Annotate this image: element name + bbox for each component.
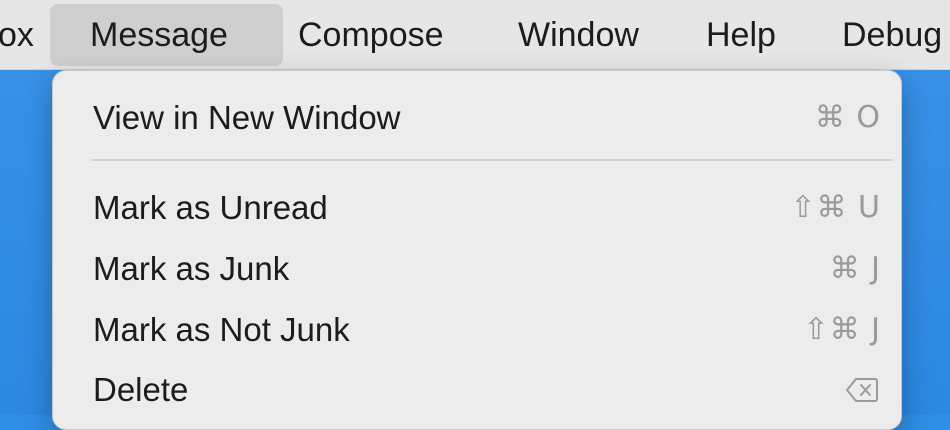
delete-backward-icon: [846, 378, 878, 402]
menu-item-label: Mark as Junk: [93, 250, 290, 287]
menu-item-label: Mark as Unread: [93, 189, 328, 226]
menu-item-label: View in New Window: [93, 99, 401, 136]
menubar-item-help[interactable]: Help: [706, 0, 776, 70]
menu-item-mark-as-unread[interactable]: Mark as Unread ⇧⌘ U: [53, 178, 901, 238]
message-menu-dropdown: View in New Window ⌘ O Mark as Unread ⇧⌘…: [52, 70, 902, 430]
menubar-item-message[interactable]: Message: [50, 4, 283, 66]
menu-item-delete[interactable]: Delete: [53, 360, 901, 420]
menu-item-label: Mark as Not Junk: [93, 311, 350, 348]
menu-item-shortcut: ⇧⌘ J: [803, 312, 881, 347]
menu-item-mark-as-junk[interactable]: Mark as Junk ⌘ J: [53, 239, 901, 299]
menu-item-shortcut: ⇧⌘ U: [790, 190, 881, 225]
menu-item-mark-as-not-junk[interactable]: Mark as Not Junk ⇧⌘ J: [53, 300, 901, 360]
menu-item-shortcut: ⌘ O: [814, 100, 881, 135]
menu-item-shortcut: ⌘ J: [829, 251, 881, 286]
menu-item-label: Delete: [93, 371, 189, 408]
menu-separator: [91, 159, 893, 161]
menubar-item-window[interactable]: Window: [518, 0, 639, 70]
menu-item-view-in-new-window[interactable]: View in New Window ⌘ O: [53, 88, 901, 148]
menubar-item-mailbox[interactable]: ox: [0, 0, 34, 70]
menubar-item-debug[interactable]: Debug: [842, 0, 942, 70]
menubar-item-compose[interactable]: Compose: [298, 0, 444, 70]
menu-bar: ox Message Compose Window Help Debug: [0, 0, 950, 70]
